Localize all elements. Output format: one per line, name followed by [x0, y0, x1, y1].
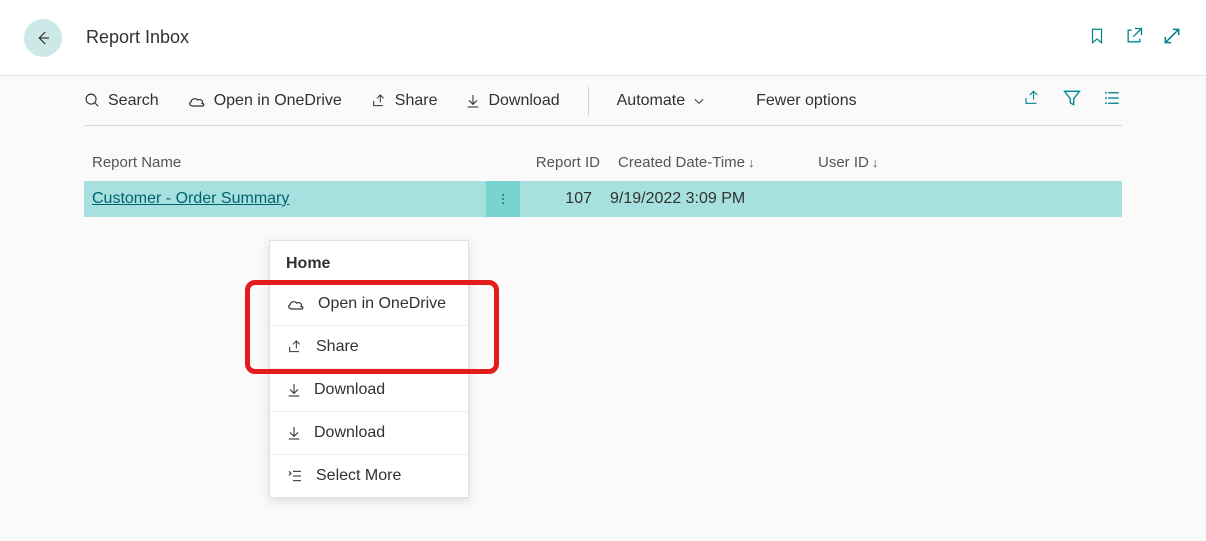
col-header-user[interactable]: User ID↓	[818, 154, 938, 171]
report-name-link[interactable]: Customer - Order Summary	[92, 190, 289, 208]
search-button[interactable]: Search	[84, 92, 159, 110]
more-vertical-icon	[496, 190, 510, 208]
download-label: Download	[488, 92, 559, 110]
expand-icon[interactable]	[1162, 26, 1182, 50]
menu-open-onedrive-label: Open in OneDrive	[318, 295, 446, 313]
context-menu: Home Open in OneDrive Share Download Dow…	[269, 240, 469, 498]
cell-date: 9/19/2022 3:09 PM	[610, 190, 810, 208]
share-icon	[286, 339, 304, 355]
menu-share-label: Share	[316, 338, 359, 356]
fewer-options-button[interactable]: Fewer options	[756, 92, 857, 110]
col-header-id[interactable]: Report ID	[528, 154, 618, 171]
download-icon	[465, 92, 481, 110]
automate-label: Automate	[617, 92, 685, 110]
open-onedrive-label: Open in OneDrive	[214, 92, 342, 110]
filter-icon[interactable]	[1062, 88, 1082, 113]
menu-select-more[interactable]: Select More	[270, 455, 468, 498]
select-more-icon	[286, 468, 304, 484]
download-icon	[286, 381, 302, 399]
open-onedrive-button[interactable]: Open in OneDrive	[187, 92, 342, 110]
table-row[interactable]: Customer - Order Summary 107 9/19/2022 3…	[84, 181, 1122, 217]
sort-down-icon: ↓	[872, 155, 879, 170]
sort-down-icon: ↓	[748, 155, 755, 170]
menu-download-2-label: Download	[314, 424, 385, 442]
separator	[588, 87, 589, 115]
chevron-down-icon	[692, 94, 706, 108]
menu-download-2[interactable]: Download	[270, 412, 468, 455]
search-label: Search	[108, 92, 159, 110]
data-table: Report Name Report ID Created Date-Time↓…	[0, 126, 1206, 217]
menu-download-1[interactable]: Download	[270, 369, 468, 412]
col-header-date-label: Created Date-Time	[618, 154, 745, 171]
share-button[interactable]: Share	[370, 92, 438, 110]
col-header-name[interactable]: Report Name	[92, 154, 528, 171]
col-header-user-label: User ID	[818, 154, 869, 171]
menu-select-more-label: Select More	[316, 467, 401, 485]
page-title: Report Inbox	[86, 27, 189, 48]
popout-icon[interactable]	[1124, 26, 1144, 50]
menu-open-onedrive[interactable]: Open in OneDrive	[270, 283, 468, 326]
context-menu-section: Home	[270, 241, 468, 283]
col-header-id-label: Report ID	[536, 154, 600, 171]
list-settings-icon[interactable]	[1102, 89, 1122, 112]
download-button[interactable]: Download	[465, 92, 559, 110]
cell-id: 107	[520, 190, 610, 208]
page-header: Report Inbox	[0, 0, 1206, 76]
share-page-icon[interactable]	[1022, 89, 1042, 112]
share-icon	[370, 93, 388, 109]
arrow-left-icon	[34, 29, 52, 47]
download-icon	[286, 424, 302, 442]
fewer-options-label: Fewer options	[756, 92, 857, 110]
command-bar: Search Open in OneDrive Share Download A…	[84, 76, 1122, 126]
bookmark-icon[interactable]	[1088, 26, 1106, 50]
col-header-date[interactable]: Created Date-Time↓	[618, 154, 818, 171]
row-menu-button[interactable]	[486, 181, 520, 217]
table-header: Report Name Report ID Created Date-Time↓…	[84, 154, 1122, 181]
cloud-icon	[286, 296, 306, 312]
menu-share[interactable]: Share	[270, 326, 468, 369]
search-icon	[84, 92, 101, 109]
automate-dropdown[interactable]: Automate	[617, 92, 706, 110]
toolbar-right	[1022, 88, 1122, 113]
menu-download-1-label: Download	[314, 381, 385, 399]
cloud-icon	[187, 93, 207, 109]
header-actions	[1088, 26, 1182, 50]
share-label: Share	[395, 92, 438, 110]
back-button[interactable]	[24, 19, 62, 57]
